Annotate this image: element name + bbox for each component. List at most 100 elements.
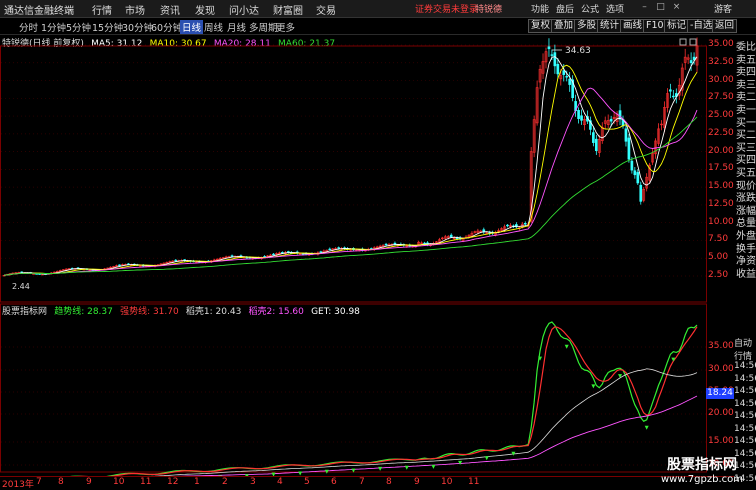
candle-body xyxy=(338,248,340,249)
x-tick: 4 xyxy=(277,477,283,487)
candle-body xyxy=(610,119,612,121)
menu-hangqing[interactable]: 行情 xyxy=(92,2,112,17)
strong-line xyxy=(4,327,697,476)
x-tick: 12 xyxy=(167,477,178,487)
tool-tongji[interactable]: 统计 xyxy=(597,19,622,33)
quote-panel[interactable]: 委比卖五卖四卖三卖二卖一买一买二买三买四买五现价涨跌涨幅总量外盘换手净资收益自动… xyxy=(734,36,756,476)
main-chart-frame xyxy=(1,46,707,302)
buy-signal-arrow xyxy=(485,456,489,460)
sub-signal-marks xyxy=(32,345,676,476)
low-label: 2.44 xyxy=(12,282,30,291)
menu-gongneng[interactable]: 功能 xyxy=(531,2,549,15)
menu-gongshi[interactable]: 公式 xyxy=(581,2,599,15)
x-tick: 2013年 xyxy=(2,477,34,490)
candle-body xyxy=(592,133,594,143)
x-tick: 11 xyxy=(140,477,151,487)
main-y-tick: 32.50 xyxy=(708,57,734,67)
buy-signal-arrow xyxy=(645,426,649,430)
menu-faxian[interactable]: 发现 xyxy=(195,2,215,17)
menu-caifuquan[interactable]: 财富圈 xyxy=(273,2,303,17)
period-15min[interactable]: 15分钟 xyxy=(92,20,123,34)
period-more[interactable]: 更多 xyxy=(276,20,295,34)
tick-time-label: 14:56 xyxy=(734,436,756,446)
x-axis xyxy=(0,476,734,488)
period-monthly[interactable]: 月线 xyxy=(227,20,246,34)
candle-body xyxy=(578,110,580,118)
x-tick: 9 xyxy=(414,477,420,487)
main-y-tick: 25.00 xyxy=(708,110,734,120)
candle-body xyxy=(175,260,177,261)
candle-body xyxy=(554,53,556,66)
candle-body xyxy=(524,223,526,224)
main-y-tick: 22.50 xyxy=(708,128,734,138)
candle-body xyxy=(551,55,553,56)
candle-body xyxy=(669,90,671,91)
period-weekly[interactable]: 周线 xyxy=(204,20,223,34)
period-fenshi[interactable]: 分时 xyxy=(19,20,38,34)
maximize-icon[interactable]: □ xyxy=(656,3,665,12)
period-toolbar: 分时 1分钟 5分钟 15分钟 30分钟 60分钟 日线 周线 月线 多周期 更… xyxy=(0,18,756,35)
x-tick: 7 xyxy=(359,477,365,487)
tick-time-label: 自动 xyxy=(734,336,752,349)
restore-icon[interactable] xyxy=(690,39,696,45)
guest-label: 游客 xyxy=(714,2,732,15)
candle-body xyxy=(563,71,565,75)
candle-body xyxy=(631,161,633,170)
candle-body xyxy=(456,238,458,239)
chart-area[interactable]: 34.63 2.44 xyxy=(0,34,734,476)
period-1min[interactable]: 1分钟 xyxy=(41,20,66,34)
menu-shichang[interactable]: 市场 xyxy=(125,2,145,17)
main-y-tick: 10.00 xyxy=(708,217,734,227)
main-y-tick: 27.50 xyxy=(708,92,734,102)
close-icon[interactable]: × xyxy=(672,3,681,12)
trend-line xyxy=(4,322,697,476)
menu-panhou[interactable]: 盘后 xyxy=(556,2,574,15)
main-y-tick: 20.00 xyxy=(708,146,734,156)
sub-y-tick: 30.00 xyxy=(708,364,734,374)
tool-fanhui[interactable]: 返回 xyxy=(712,19,737,33)
main-y-tick: 2.50 xyxy=(708,270,728,280)
tool-huaxian[interactable]: 画线 xyxy=(620,19,645,33)
main-y-tick: 7.50 xyxy=(708,234,728,244)
tool-fuquan[interactable]: 复权 xyxy=(528,19,553,33)
buy-signal-arrow xyxy=(378,467,382,471)
candle-body xyxy=(329,249,331,250)
expand-icon[interactable] xyxy=(680,39,686,45)
menu-zixun[interactable]: 资讯 xyxy=(160,2,180,17)
menu-xuanxiang[interactable]: 选项 xyxy=(606,2,624,15)
period-60min[interactable]: 60分钟 xyxy=(151,20,182,34)
x-tick: 2 xyxy=(222,477,228,487)
main-y-tick: 5.00 xyxy=(708,252,728,262)
main-ma-lines xyxy=(4,57,697,276)
menu-wenxiaoda[interactable]: 问小达 xyxy=(229,2,259,17)
tool-biaoji[interactable]: 标记 xyxy=(664,19,689,33)
sub-indicator-lines xyxy=(4,322,697,476)
candle-body xyxy=(619,111,621,119)
period-daily[interactable]: 日线 xyxy=(180,20,203,34)
watermark: 股票指标网 www.7gpzb.com xyxy=(652,454,752,485)
quote-label: 收益 xyxy=(736,265,756,280)
main-y-tick: 17.50 xyxy=(708,163,734,173)
candle-body xyxy=(548,47,550,49)
x-tick: 5 xyxy=(304,477,310,487)
main-y-tick: 12.50 xyxy=(708,199,734,209)
candle-body xyxy=(320,252,322,253)
candle-body xyxy=(450,235,452,237)
login-status[interactable]: 证券交易未登录 xyxy=(415,2,478,15)
watermark-title: 股票指标网 xyxy=(652,454,752,474)
tool-diejia[interactable]: 叠加 xyxy=(551,19,576,33)
period-multi[interactable]: 多周期 xyxy=(249,20,278,34)
minimize-icon[interactable]: – xyxy=(640,3,649,12)
tool-duogu[interactable]: 多股 xyxy=(574,19,599,33)
candle-body xyxy=(506,225,508,226)
period-5min[interactable]: 5分钟 xyxy=(66,20,91,34)
menu-jiaoyi[interactable]: 交易 xyxy=(316,2,336,17)
candle-body xyxy=(690,60,692,62)
tick-time-label: 14:56 xyxy=(734,424,756,434)
x-tick: 9 xyxy=(86,477,92,487)
period-30min[interactable]: 30分钟 xyxy=(122,20,153,34)
tick-time-label: 14:56 xyxy=(734,411,756,421)
x-tick: 8 xyxy=(386,477,392,487)
stock-name: 特锐德 xyxy=(475,2,502,15)
candle-body xyxy=(634,171,636,175)
